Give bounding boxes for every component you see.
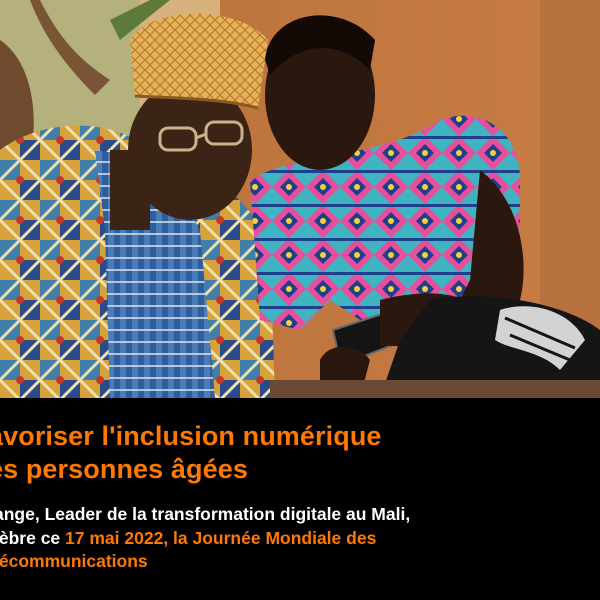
post-card: avoriser l'inclusion numérique es person… — [0, 0, 600, 600]
headline: avoriser l'inclusion numérique es person… — [0, 420, 382, 486]
body-line-2-separator: , — [163, 527, 174, 548]
event-name-part-1: la Journée Mondiale des — [173, 527, 377, 548]
body-line-2: lèbre ce 17 mai 2022, la Journée Mondial… — [0, 527, 410, 551]
event-name-part-2: lécommunications — [0, 551, 148, 571]
body-paragraph: ange, Leader de la transformation digita… — [0, 503, 410, 574]
photo-elderly-man-and-young-man-with-phone — [0, 0, 600, 398]
headline-line-2: es personnes âgées — [0, 454, 248, 484]
headline-line-1: avoriser l'inclusion numérique — [0, 421, 382, 451]
body-line-1: ange, Leader de la transformation digita… — [0, 504, 411, 524]
event-date: 17 mai 2022 — [65, 527, 164, 548]
body-line-2-prefix: lèbre ce — [0, 527, 66, 548]
